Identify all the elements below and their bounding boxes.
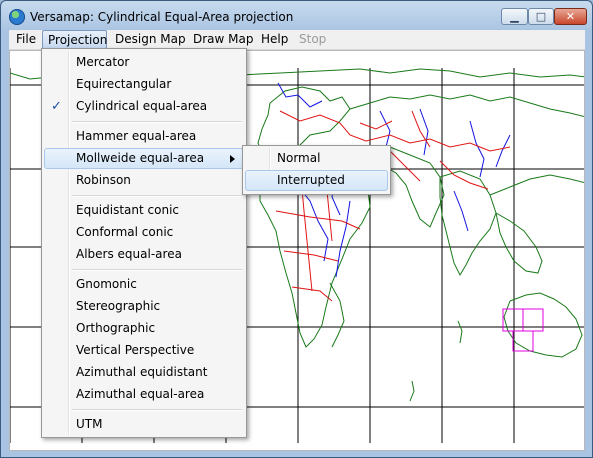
window-title: Versamap: Cylindrical Equal-Area project… (30, 10, 294, 24)
menu-design-map[interactable]: Design Map (115, 30, 186, 49)
menu-item-gnomonic[interactable]: Gnomonic (44, 274, 244, 295)
menu-file[interactable]: File (16, 30, 36, 49)
maximize-button[interactable]: □ (528, 8, 554, 25)
maximize-icon: □ (535, 10, 547, 23)
menu-item-azimuthal-equidistant[interactable]: Azimuthal equidistant (44, 362, 244, 383)
highlight-region (502, 308, 544, 352)
submenu-item-interrupted[interactable]: Interrupted (245, 170, 388, 191)
menu-separator (72, 409, 242, 411)
menu-separator (72, 121, 242, 123)
menu-item-equirectangular[interactable]: Equirectangular (44, 74, 244, 95)
menu-item-vertical-perspective[interactable]: Vertical Perspective (44, 340, 244, 361)
menu-item-orthographic[interactable]: Orthographic (44, 318, 244, 339)
minimize-button[interactable]: ▁ (501, 8, 528, 25)
menu-item-mollweide-equal-area[interactable]: Mollweide equal-area (44, 148, 244, 169)
close-button[interactable]: ✕ (554, 8, 587, 25)
menu-help[interactable]: Help (261, 30, 288, 49)
globe-icon (9, 9, 25, 25)
menu-item-utm[interactable]: UTM (44, 414, 244, 435)
menu-item-azimuthal-equal-area[interactable]: Azimuthal equal-area (44, 384, 244, 405)
menu-item-hammer-equal-area[interactable]: Hammer equal-area (44, 126, 244, 147)
menu-item-conformal-conic[interactable]: Conformal conic (44, 222, 244, 243)
political-borders (271, 110, 511, 302)
menu-item-stereographic[interactable]: Stereographic (44, 296, 244, 317)
minimize-icon: ▁ (510, 10, 519, 23)
menu-item-cylindrical-equal-area[interactable]: ✓ Cylindrical equal-area (44, 96, 244, 117)
menu-separator (72, 195, 242, 197)
submenu-arrow-icon (230, 155, 235, 163)
menu-bar: File Projection Design Map Draw Map Help… (9, 30, 585, 50)
app-window: Versamap: Cylindrical Equal-Area project… (0, 0, 593, 458)
menu-item-equidistant-conic[interactable]: Equidistant conic (44, 200, 244, 221)
menu-projection[interactable]: Projection (42, 30, 107, 49)
menu-separator (72, 269, 242, 271)
menu-stop: Stop (299, 32, 327, 46)
mollweide-submenu: Normal Interrupted (242, 145, 391, 195)
title-bar[interactable]: Versamap: Cylindrical Equal-Area project… (1, 1, 592, 31)
menu-item-mercator[interactable]: Mercator (44, 52, 244, 73)
menu-item-robinson[interactable]: Robinson (44, 170, 244, 191)
projection-dropdown: Mercator Equirectangular ✓ Cylindrical e… (41, 48, 247, 438)
checkmark-icon: ✓ (51, 99, 62, 114)
menu-item-albers-equal-area[interactable]: Albers equal-area (44, 244, 244, 265)
menu-draw-map[interactable]: Draw Map (193, 30, 253, 49)
close-icon: ✕ (565, 10, 576, 23)
submenu-item-normal[interactable]: Normal (245, 148, 388, 169)
